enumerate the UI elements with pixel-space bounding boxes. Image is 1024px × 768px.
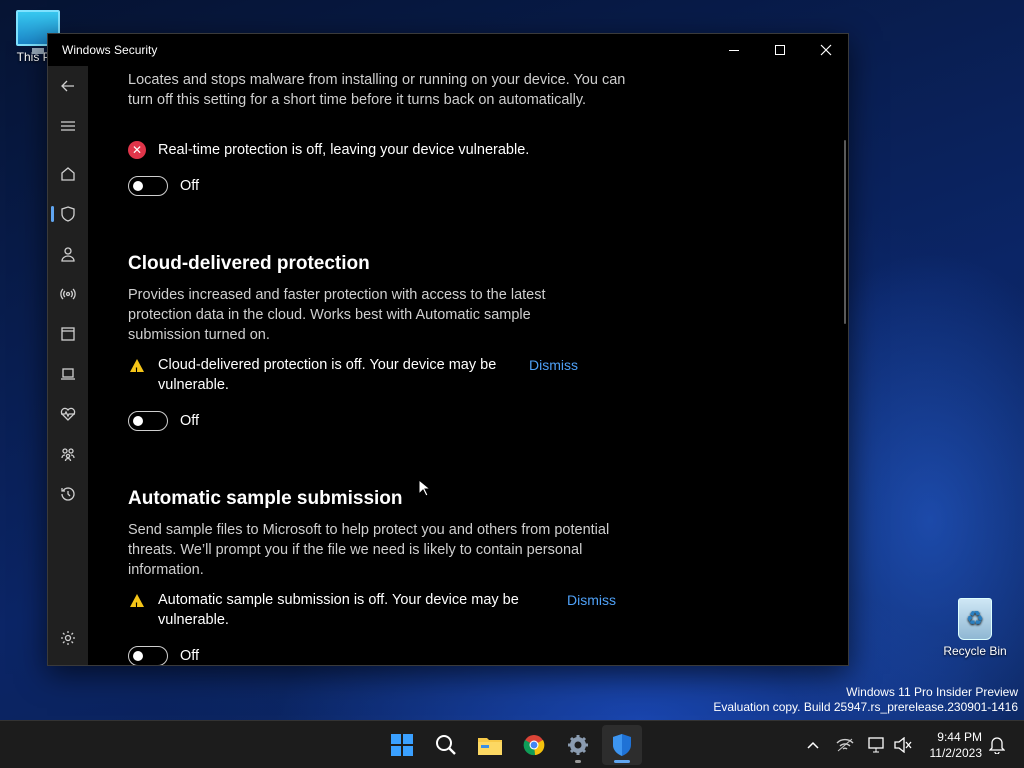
heart-pulse-icon <box>60 407 76 421</box>
back-button[interactable] <box>48 66 88 106</box>
nav-item-settings[interactable] <box>48 618 88 658</box>
realtime-status: ✕ Real-time protection is off, leaving y… <box>128 140 628 160</box>
sample-submission-description: Send sample files to Microsoft to help p… <box>128 522 610 578</box>
desktop-icon-recycle-bin[interactable]: ♻ Recycle Bin <box>937 598 1013 658</box>
window-title: Windows Security <box>62 43 158 57</box>
realtime-description: Locates and stops malware from installin… <box>128 72 626 108</box>
sample-toggle-label: Off <box>180 648 200 664</box>
bell-icon <box>989 737 1005 754</box>
antenna-icon <box>60 288 76 300</box>
taskbar-settings[interactable] <box>558 725 598 765</box>
cloud-protection-toggle[interactable] <box>128 411 168 431</box>
folder-icon <box>478 738 502 755</box>
volume-muted-icon <box>894 737 912 753</box>
windows-security-window: Windows Security Locates and stops malwa… <box>47 33 849 666</box>
minimize-icon <box>729 49 739 51</box>
nav-item-account-protection[interactable] <box>48 234 88 274</box>
nav-item-protection-history[interactable] <box>48 474 88 514</box>
mouse-cursor-icon <box>418 479 430 497</box>
nav-item-home[interactable] <box>48 154 88 194</box>
laptop-icon <box>61 368 75 380</box>
tray-display[interactable] <box>866 721 888 768</box>
navigation-rail <box>48 66 88 665</box>
title-bar[interactable]: Windows Security <box>48 34 848 66</box>
display-icon <box>868 737 884 753</box>
start-button[interactable] <box>382 725 422 765</box>
shield-icon <box>613 734 631 756</box>
warning-icon <box>130 358 144 381</box>
content-scrollbar[interactable] <box>844 140 846 324</box>
warning-icon <box>130 593 144 616</box>
gear-icon <box>61 631 75 645</box>
maximize-icon <box>775 45 785 55</box>
nav-item-family-options[interactable] <box>48 434 88 474</box>
nav-item-device-performance[interactable] <box>48 394 88 434</box>
error-icon: ✕ <box>128 141 146 159</box>
search-icon <box>436 735 456 755</box>
close-icon <box>820 44 832 56</box>
minimize-button[interactable] <box>711 34 757 66</box>
cloud-protection-heading: Cloud-delivered protection <box>128 253 370 274</box>
cloud-protection-status: Cloud-delivered protection is off. Your … <box>128 355 578 395</box>
realtime-protection-toggle[interactable] <box>128 176 168 196</box>
history-icon <box>61 487 75 501</box>
chevron-up-icon <box>807 741 819 749</box>
sample-toggle-row: Off <box>128 646 200 665</box>
family-icon <box>61 448 75 462</box>
sample-submission-status: Automatic sample submission is off. Your… <box>128 590 616 630</box>
tray-notifications[interactable] <box>986 721 1008 768</box>
realtime-toggle-row: Off <box>128 176 199 196</box>
nav-item-virus-threat-protection[interactable] <box>48 194 88 234</box>
app-window-icon <box>61 327 75 341</box>
watermark-line-2: Evaluation copy. Build 25947.rs_prerelea… <box>713 700 1018 714</box>
hamburger-icon <box>61 121 75 131</box>
close-button[interactable] <box>803 34 848 66</box>
tray-network[interactable] <box>834 721 856 768</box>
chrome-icon <box>523 735 545 756</box>
nav-item-firewall[interactable] <box>48 274 88 314</box>
taskbar: 9:44 PM 11/2/2023 <box>0 720 1024 768</box>
recycle-bin-icon: ♻ <box>958 598 992 640</box>
taskbar-clock[interactable]: 9:44 PM 11/2/2023 <box>918 729 983 761</box>
sample-submission-heading: Automatic sample submission <box>128 488 403 509</box>
gear-icon <box>568 735 588 755</box>
cloud-protection-description: Provides increased and faster protection… <box>128 287 546 343</box>
menu-button[interactable] <box>48 106 88 146</box>
maximize-button[interactable] <box>757 34 803 66</box>
clock-time: 9:44 PM <box>937 730 982 744</box>
desktop-icon-label: Recycle Bin <box>943 644 1007 658</box>
realtime-status-text: Real-time protection is off, leaving you… <box>158 142 530 158</box>
sample-status-text: Automatic sample submission is off. Your… <box>158 592 519 628</box>
taskbar-search-button[interactable] <box>426 725 466 765</box>
tray-overflow-button[interactable] <box>802 721 824 768</box>
nav-item-device-security[interactable] <box>48 354 88 394</box>
home-icon <box>61 167 75 181</box>
sample-dismiss-link[interactable]: Dismiss <box>567 590 616 630</box>
tray-volume[interactable] <box>892 721 914 768</box>
cloud-toggle-row: Off <box>128 411 199 431</box>
back-arrow-icon <box>61 80 74 92</box>
shield-icon <box>61 206 75 222</box>
content-pane: Locates and stops malware from installin… <box>128 66 828 665</box>
taskbar-windows-security[interactable] <box>602 725 642 765</box>
taskbar-file-explorer[interactable] <box>470 725 510 765</box>
taskbar-chrome[interactable] <box>514 725 554 765</box>
nav-item-app-browser-control[interactable] <box>48 314 88 354</box>
cloud-status-text: Cloud-delivered protection is off. Your … <box>158 357 497 393</box>
clock-date: 11/2/2023 <box>929 746 983 760</box>
cloud-toggle-label: Off <box>180 413 200 429</box>
realtime-toggle-label: Off <box>180 178 200 194</box>
person-icon <box>61 247 75 262</box>
watermark-line-1: Windows 11 Pro Insider Preview <box>846 685 1018 699</box>
network-icon <box>836 738 854 752</box>
windows-logo-icon <box>391 734 413 756</box>
cloud-dismiss-link[interactable]: Dismiss <box>529 355 578 395</box>
sample-submission-toggle[interactable] <box>128 646 168 665</box>
evaluation-watermark: Windows 11 Pro Insider Preview Evaluatio… <box>713 685 1018 715</box>
